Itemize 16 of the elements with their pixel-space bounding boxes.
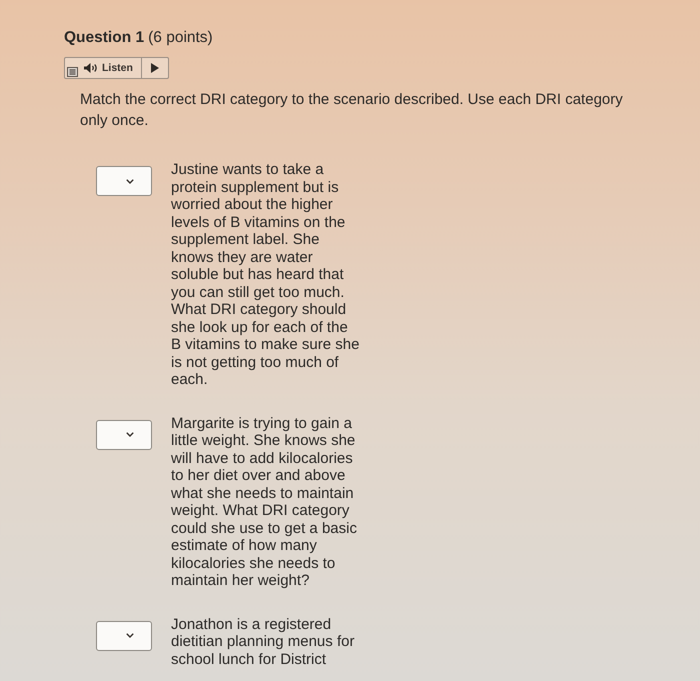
chevron-down-icon [126,633,134,638]
instructions-text: Match the correct DRI category to the scenario described. Use each DRI category only once. [80,90,624,131]
play-icon [150,63,159,73]
scenario-text: Justine wants to take a protein supplement but is worried about the higher levels of B vitamins on the supplement label. She knows they are water soluble but has heard that you can still get too much. What DRI category should she look up for each of the B vitamins to make sure she is not getting too much of each. [171,161,360,388]
chevron-down-icon [126,432,134,437]
answer-dropdown[interactable] [96,166,152,196]
listen-button[interactable]: Listen [80,58,142,78]
chevron-down-icon [126,178,134,184]
scenario-text: Jonathon is a registered dietitian planning menus for school lunch for District [171,616,356,668]
speaker-icon [84,63,98,73]
menu-icon[interactable] [67,67,78,77]
answer-dropdown[interactable] [96,420,152,450]
question-title: Question 1 [64,28,144,48]
points-label: (6 points) [148,28,213,48]
scenario-text: Margarite is trying to gain a little weight. She knows she will have to add kilocalories to her diet over and above what she needs to maintain weight. What DRI category could she use to get a basic estimate of how many kilocalories she needs to maintain her weight? [171,414,358,590]
answer-dropdown[interactable] [96,620,152,650]
